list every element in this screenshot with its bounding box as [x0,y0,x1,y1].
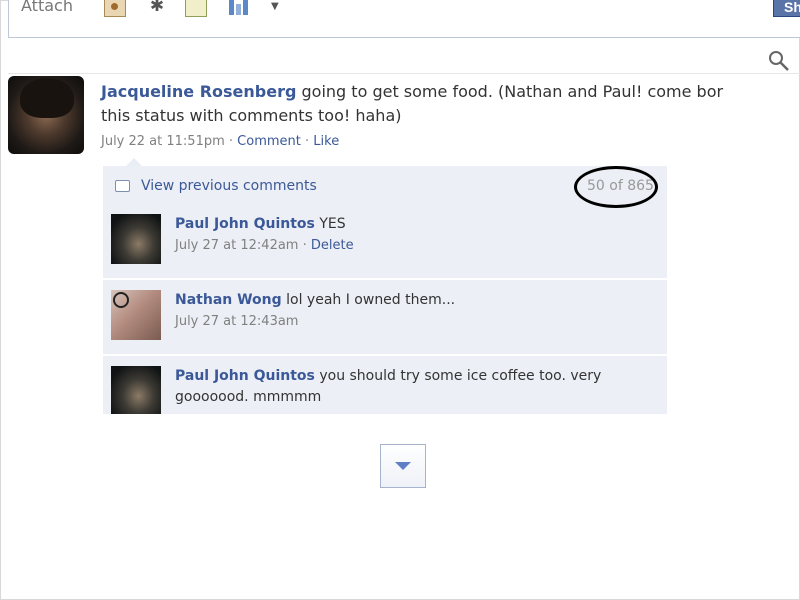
comment-meta: July 27 at 12:43am [175,314,298,329]
commenter-avatar[interactable] [111,290,161,340]
status-author-avatar[interactable] [8,76,84,154]
status-timestamp[interactable]: July 22 at 11:51pm [101,134,225,149]
comments-panel: View previous comments 50 of 865 Paul Jo… [103,166,667,414]
comment-bubble-icon [115,180,130,192]
scroll-down-button[interactable] [380,444,426,488]
commenter-name[interactable]: Paul John Quintos [175,368,315,384]
comment-timestamp[interactable]: July 27 at 12:43am [175,314,298,329]
comment-item: Paul John Quintos YES July 27 at 12:42am… [103,204,667,278]
delete-comment-link[interactable]: Delete [311,238,354,253]
status-composer-toolbar: Attach ✱ ▼ Sh [8,0,800,38]
commenter-avatar[interactable] [111,214,161,264]
comment-timestamp[interactable]: July 27 at 12:42am [175,238,298,253]
comment-text: Paul John Quintos YES [175,216,346,232]
annotation-circle [574,166,658,208]
poll-icon[interactable] [228,0,248,15]
like-link[interactable]: Like [313,134,339,149]
status-text-line1: going to get some food. (Nathan and Paul… [296,82,724,101]
comment-meta: July 27 at 12:42am · Delete [175,238,354,253]
commenter-avatar[interactable] [111,366,161,414]
event-icon[interactable]: ✱ [147,0,167,15]
status-author-link[interactable]: Jacqueline Rosenberg [101,82,296,101]
comment-item: Paul John Quintos you should try some ic… [103,356,667,414]
comment-link[interactable]: Comment [237,134,301,149]
status-meta: July 22 at 11:51pm · Comment · Like [101,134,340,149]
status-text: Jacqueline Rosenberg going to get some f… [101,80,800,104]
search-icon[interactable] [768,50,790,72]
view-previous-comments-link[interactable]: View previous comments [141,178,317,194]
attach-label: Attach [21,0,73,15]
gift-icon[interactable] [185,0,207,17]
photo-icon[interactable] [104,0,126,17]
commenter-name[interactable]: Paul John Quintos [175,216,315,232]
commenter-name[interactable]: Nathan Wong [175,292,282,308]
share-button[interactable]: Sh [773,0,800,17]
comments-pointer [126,158,142,166]
comment-text: Nathan Wong lol yeah I owned them... [175,292,456,308]
status-text-line2: this status with comments too! haha) [101,106,402,125]
dropdown-arrow-icon[interactable]: ▼ [271,0,291,15]
comment-item: Nathan Wong lol yeah I owned them... Jul… [103,280,667,354]
feed-divider [8,73,800,74]
comment-text: Paul John Quintos you should try some ic… [175,368,602,405]
